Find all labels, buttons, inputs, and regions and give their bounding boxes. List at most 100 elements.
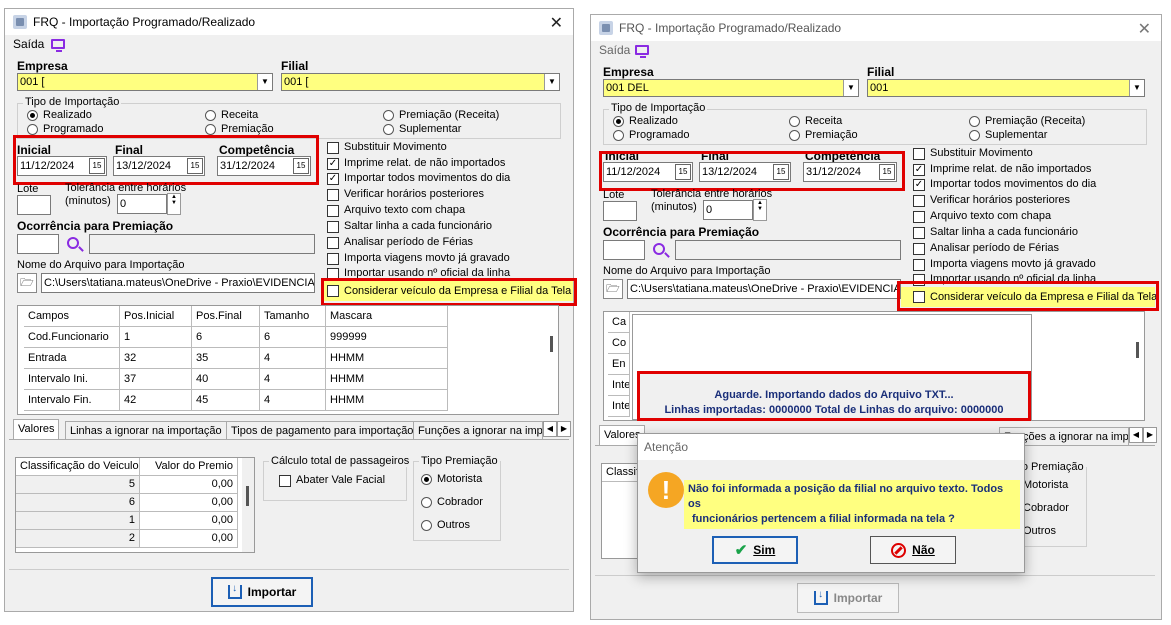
menu-saida[interactable]: Saída xyxy=(13,37,44,51)
empresa-select[interactable]: 001 DEL ▼ xyxy=(603,79,859,97)
chevron-down-icon[interactable]: ▼ xyxy=(544,74,559,90)
chk-analisar-ferias[interactable] xyxy=(913,243,925,255)
table-cell[interactable]: HHMM xyxy=(326,369,448,390)
table-scrollbar[interactable] xyxy=(546,306,558,414)
table-cell[interactable]: 37 xyxy=(120,369,192,390)
table-cell[interactable]: Intervalo Ini. xyxy=(24,369,120,390)
close-icon[interactable]: ✕ xyxy=(1138,19,1151,39)
table-cell[interactable]: Inte xyxy=(608,375,630,396)
chk-analisar-ferias[interactable] xyxy=(327,237,339,249)
table-cell[interactable]: 6 xyxy=(192,327,260,348)
arquivo-path-field[interactable]: C:\Users\tatiana.mateus\OneDrive - Praxi… xyxy=(41,273,315,293)
sim-button[interactable]: ✔ Sim xyxy=(712,536,798,564)
table-cell[interactable]: 40 xyxy=(192,369,260,390)
chk-verificar-horarios[interactable] xyxy=(327,189,339,201)
importar-button[interactable]: ↓ Importar xyxy=(211,577,313,607)
chevron-down-icon[interactable]: ▼ xyxy=(1129,80,1144,96)
radio-outros[interactable] xyxy=(421,520,432,531)
close-icon[interactable]: ✕ xyxy=(550,13,563,33)
table-cell[interactable]: 0,00 xyxy=(140,494,238,512)
chk-imprime-relat[interactable]: ✓ xyxy=(913,164,925,176)
nao-button[interactable]: Não xyxy=(870,536,956,564)
table-cell[interactable]: 999999 xyxy=(326,327,448,348)
table-cell[interactable]: Intervalo Fin. xyxy=(24,390,120,411)
table-cell[interactable]: 4 xyxy=(260,348,326,369)
table-cell[interactable]: Cod.Funcionario xyxy=(24,327,120,348)
radio-suplementar[interactable] xyxy=(969,130,980,141)
radio-receita[interactable] xyxy=(789,116,800,127)
filial-select[interactable]: 001 ▼ xyxy=(867,79,1145,97)
chk-saltar-linha[interactable] xyxy=(327,221,339,233)
table-cell[interactable]: HHMM xyxy=(326,390,448,411)
chk-imprime-relat[interactable]: ✓ xyxy=(327,158,339,170)
search-icon[interactable] xyxy=(653,243,665,255)
radio-premiacao[interactable] xyxy=(205,124,216,135)
folder-icon[interactable]: 🗁 xyxy=(603,279,623,299)
ocorrencia-code-field[interactable] xyxy=(17,234,59,254)
chk-saltar-linha[interactable] xyxy=(913,227,925,239)
chk-abater-vale[interactable] xyxy=(279,475,291,487)
monitor-icon[interactable] xyxy=(51,39,65,52)
table-cell[interactable]: 5 xyxy=(16,476,140,494)
table-cell[interactable]: 0,00 xyxy=(140,530,238,548)
folder-icon[interactable]: 🗁 xyxy=(17,273,37,293)
table-cell[interactable]: 32 xyxy=(120,348,192,369)
table-cell[interactable]: 4 xyxy=(260,390,326,411)
radio-receita[interactable] xyxy=(205,110,216,121)
tolerancia-stepper[interactable]: ▲ ▼ xyxy=(167,193,181,215)
tab-scroll-left[interactable]: ◀ xyxy=(1129,427,1143,443)
chk-arquivo-chapa[interactable] xyxy=(913,211,925,223)
arquivo-path-field[interactable]: C:\Users\tatiana.mateus\OneDrive - Praxi… xyxy=(627,279,901,299)
table-cell[interactable]: Entrada xyxy=(24,348,120,369)
table-cell[interactable]: 42 xyxy=(120,390,192,411)
radio-programado[interactable] xyxy=(613,130,624,141)
tab-scroll-right[interactable]: ▶ xyxy=(1143,427,1157,443)
tab-valores[interactable]: Valores xyxy=(13,419,60,439)
empresa-select[interactable]: 001 [ ▼ xyxy=(17,73,273,91)
chk-importar-todos[interactable]: ✓ xyxy=(327,173,339,185)
chk-importar-todos[interactable]: ✓ xyxy=(913,179,925,191)
chevron-down-icon[interactable]: ▼ xyxy=(257,74,272,90)
radio-premiacao[interactable] xyxy=(789,130,800,141)
filial-select[interactable]: 001 [ ▼ xyxy=(281,73,560,91)
radio-programado[interactable] xyxy=(27,124,38,135)
chk-substituir-movimento[interactable] xyxy=(913,148,925,160)
table-cell[interactable]: 6 xyxy=(260,327,326,348)
table-cell[interactable]: 0,00 xyxy=(140,512,238,530)
radio-premiacao-receita[interactable] xyxy=(383,110,394,121)
table-cell[interactable]: HHMM xyxy=(326,348,448,369)
monitor-icon[interactable] xyxy=(635,45,649,58)
radio-cobrador[interactable] xyxy=(421,497,432,508)
importar-button[interactable]: ↓ Importar xyxy=(797,583,899,613)
chk-importa-viagens[interactable] xyxy=(913,259,925,271)
table-cell[interactable]: Inte xyxy=(608,396,630,417)
table-cell[interactable]: 1 xyxy=(120,327,192,348)
tolerancia-field[interactable]: 0 xyxy=(703,200,753,220)
tab-funcoes-ignorar[interactable]: Funções a ignorar na impo xyxy=(413,421,543,441)
table-cell[interactable]: Ca xyxy=(608,312,630,333)
chk-importa-viagens[interactable] xyxy=(327,253,339,265)
table-cell[interactable]: 4 xyxy=(260,369,326,390)
tab-scroll-left[interactable]: ◀ xyxy=(543,421,557,437)
table-cell[interactable]: 2 xyxy=(16,530,140,548)
chk-verificar-horarios[interactable] xyxy=(913,195,925,207)
tab-tipos-pagamento[interactable]: Tipos de pagamento para importação xyxy=(226,421,419,441)
table-cell[interactable]: Co xyxy=(608,333,630,354)
lote-field[interactable] xyxy=(603,201,637,221)
table-cell[interactable]: 35 xyxy=(192,348,260,369)
table-cell[interactable]: 6 xyxy=(16,494,140,512)
classificacao-scrollbar[interactable] xyxy=(242,458,254,552)
radio-realizado[interactable] xyxy=(613,116,624,127)
tolerancia-field[interactable]: 0 xyxy=(117,194,167,214)
radio-realizado[interactable] xyxy=(27,110,38,121)
table-cell[interactable]: En xyxy=(608,354,630,375)
chk-substituir-movimento[interactable] xyxy=(327,142,339,154)
tab-scroll-right[interactable]: ▶ xyxy=(557,421,571,437)
menu-saida[interactable]: Saída xyxy=(599,43,630,57)
tab-linhas-ignorar[interactable]: Linhas a ignorar na importação xyxy=(65,421,227,441)
table-cell[interactable]: 45 xyxy=(192,390,260,411)
radio-motorista[interactable] xyxy=(421,474,432,485)
radio-suplementar[interactable] xyxy=(383,124,394,135)
table-cell[interactable]: 0,00 xyxy=(140,476,238,494)
search-icon[interactable] xyxy=(67,237,79,249)
